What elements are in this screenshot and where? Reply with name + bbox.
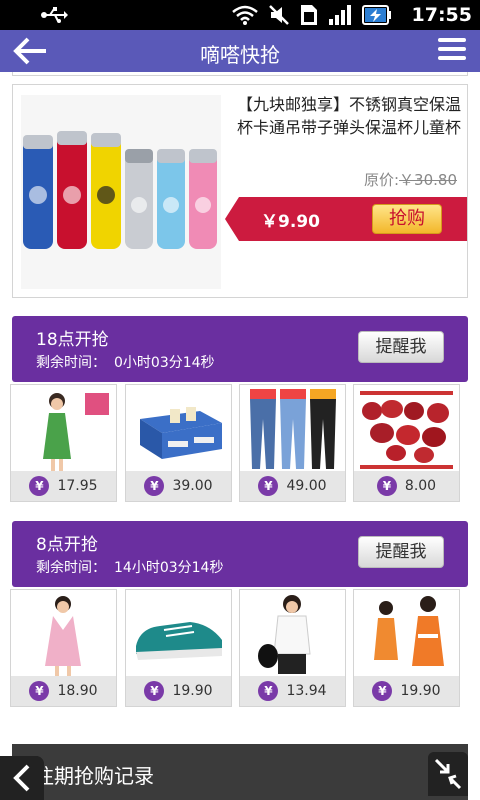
sale-price-band: ￥9.90 抢购 [225,197,467,241]
product-item[interactable]: ¥17.95 [10,384,117,502]
remaining-time-value: 14小时03分14秒 [114,560,224,576]
original-price-label: 原价: [363,171,400,189]
remaining-time-label: 剩余时间： [36,560,106,576]
session-title: 18点开抢 [36,330,109,350]
product-item[interactable]: ¥19.90 [125,589,232,707]
original-price: 原价:￥30.80 [364,169,457,190]
session-header-8: 8点开抢 剩余时间： 14小时03分14秒 提醒我 [12,521,468,587]
collapse-icon[interactable] [428,752,468,796]
jeans-image [244,389,341,471]
price-bar: ¥49.00 [240,471,345,501]
status-bar: 17:55 [0,0,480,30]
yen-icon: ¥ [258,681,279,701]
yen-icon: ¥ [376,476,397,496]
yen-icon: ¥ [144,476,165,496]
product-item[interactable]: ¥19.90 [353,589,460,707]
clock: 17:55 [411,4,472,26]
remaining-time: 剩余时间： 0小时03分14秒 [36,352,215,372]
kids-dress-image [358,594,455,676]
product-item[interactable]: ¥39.00 [125,384,232,502]
price-bar: ¥19.90 [354,676,459,706]
product-grid-8: ¥18.90 ¥19.90 ¥13.94 ¥ 19.90 [10,589,470,707]
yen-icon: ¥ [29,476,50,496]
yen-icon: ¥ [258,476,279,496]
product-price: 17.95 [57,478,98,494]
product-price: 13.94 [286,683,327,699]
remaining-time: 剩余时间： 14小时03分14秒 [36,557,223,577]
featured-deal-card[interactable]: 【九块邮独享】不锈钢真空保温杯卡通吊带子弹头保温杯儿童杯 原价:￥30.80 ￥… [12,84,468,298]
page-title: 嘀嗒快抢 [200,43,280,67]
tshirt-image [244,594,341,676]
product-item[interactable]: ¥13.94 [239,589,346,707]
chevron-left-icon[interactable] [0,756,44,800]
usb-icon [41,7,68,23]
shoe-image [130,594,227,676]
battery-charging-icon [362,5,391,25]
previous-card-fragment [12,72,468,76]
product-item[interactable]: ¥49.00 [239,384,346,502]
remind-me-button[interactable]: 提醒我 [358,536,444,568]
yen-icon: ¥ [372,681,393,701]
yen-icon: ¥ [29,681,50,701]
session-header-18: 18点开抢 剩余时间： 0小时03分14秒 提醒我 [12,316,468,382]
price-bar: ¥8.00 [354,471,459,501]
yen-icon: ¥ [144,681,165,701]
price-bar: ¥19.90 [126,676,231,706]
price-bar: ¥39.00 [126,471,231,501]
price-bar: ¥13.94 [240,676,345,706]
product-price: 8.00 [404,478,437,494]
price-bar: ¥17.95 [11,471,116,501]
product-grid-18: ¥17.95 ¥39.00 ¥ 49.00 ¥ 8.00 [10,384,470,502]
pink-dress-image [15,594,112,676]
product-price: 39.00 [172,478,213,494]
content: 【九块邮独享】不锈钢真空保温杯卡通吊带子弹头保温杯儿童杯 原价:￥30.80 ￥… [0,72,480,800]
menu-icon[interactable] [438,38,466,64]
mute-icon [269,5,289,25]
wifi-icon [232,5,258,25]
remind-me-button[interactable]: 提醒我 [358,331,444,363]
product-price: 49.00 [286,478,327,494]
purchase-history-bar[interactable]: 往期抢购记录 [12,744,468,800]
title-bar: 嘀嗒快抢 [0,30,480,72]
sim-icon [301,5,317,25]
remaining-time-label: 剩余时间： [36,355,106,371]
product-price: 19.90 [400,683,441,699]
thermos-bottles-image [21,95,221,289]
jujube-image [358,389,455,471]
storage-box-image [130,389,227,471]
remaining-time-value: 0小时03分14秒 [114,355,215,371]
buy-now-button[interactable]: 抢购 [372,204,442,234]
product-item[interactable]: ¥8.00 [353,384,460,502]
signal-icon [329,5,351,25]
purchase-history-label: 往期抢购记录 [34,764,154,788]
dress-image [15,389,112,471]
deal-title: 【九块邮独享】不锈钢真空保温杯卡通吊带子弹头保温杯儿童杯 [237,95,462,137]
sale-price: ￥9.90 [261,212,320,232]
session-title: 8点开抢 [36,535,98,555]
product-price: 19.90 [172,683,213,699]
original-price-value: ￥30.80 [399,171,457,189]
product-price: 18.90 [57,683,98,699]
price-bar: ¥18.90 [11,676,116,706]
product-item[interactable]: ¥18.90 [10,589,117,707]
